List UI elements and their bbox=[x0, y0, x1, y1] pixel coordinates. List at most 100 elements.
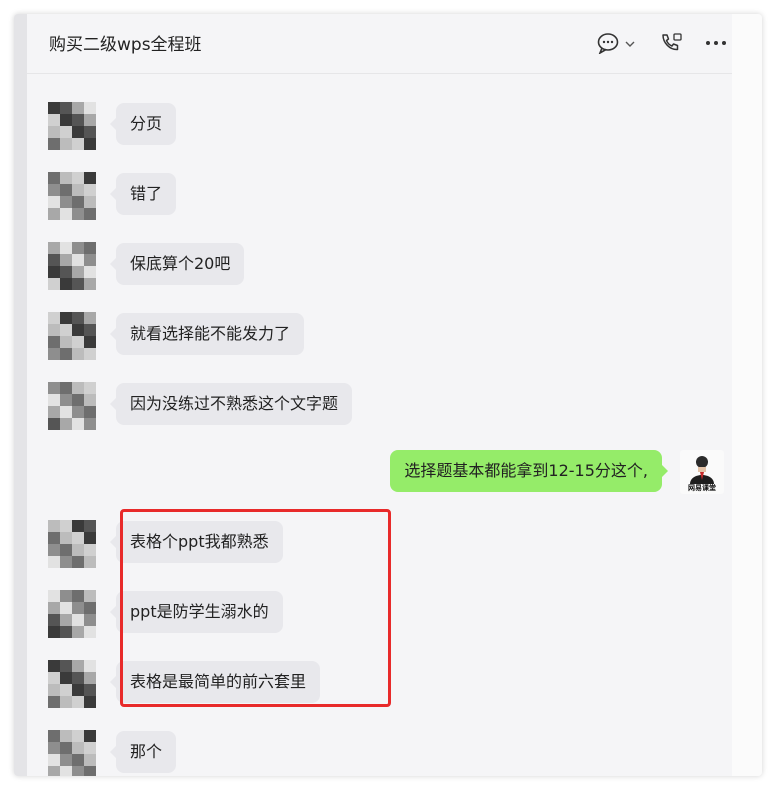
avatar-pixel bbox=[84, 684, 96, 696]
avatar-pixel bbox=[72, 208, 84, 220]
sender-avatar[interactable] bbox=[48, 102, 96, 150]
avatar-pixel bbox=[48, 684, 60, 696]
avatar-pixel bbox=[60, 556, 72, 568]
avatar-pixel bbox=[84, 254, 96, 266]
message-bubble[interactable]: 就看选择能不能发力了 bbox=[109, 313, 305, 355]
avatar-pixel bbox=[48, 126, 60, 138]
avatar-pixel bbox=[48, 102, 60, 114]
avatar-pixel bbox=[84, 730, 96, 742]
avatar-pixel bbox=[60, 312, 72, 324]
avatar-pixel bbox=[60, 348, 72, 360]
avatar-pixel bbox=[48, 696, 60, 708]
avatar-pixel bbox=[60, 520, 72, 532]
avatar-pixel bbox=[72, 742, 84, 754]
avatar-pixel bbox=[48, 382, 60, 394]
avatar-pixel bbox=[48, 544, 60, 556]
avatar-pixel bbox=[72, 754, 84, 766]
avatar-pixel bbox=[48, 672, 60, 684]
avatar-pixel bbox=[84, 672, 96, 684]
avatar-pixel bbox=[60, 406, 72, 418]
avatar-pixel bbox=[72, 382, 84, 394]
avatar-pixel bbox=[84, 184, 96, 196]
call-icon[interactable] bbox=[659, 32, 683, 54]
message-bubble[interactable]: 表格个ppt我都熟悉 bbox=[110, 521, 283, 563]
avatar-pixel bbox=[72, 312, 84, 324]
avatar-pixel bbox=[72, 254, 84, 266]
message-bubble[interactable]: 分页 bbox=[109, 103, 177, 145]
avatar-pixel bbox=[60, 184, 72, 196]
avatar-pixel bbox=[48, 590, 60, 602]
sender-avatar[interactable] bbox=[48, 312, 96, 360]
avatar-pixel bbox=[72, 660, 84, 672]
avatar-pixel bbox=[60, 138, 72, 150]
avatar-pixel bbox=[84, 626, 96, 638]
message-bubble[interactable]: 表格是最简单的前六套里 bbox=[109, 661, 321, 703]
avatar-pixel bbox=[60, 242, 72, 254]
avatar-pixel bbox=[48, 242, 60, 254]
avatar-pixel bbox=[48, 184, 60, 196]
avatar-pixel bbox=[72, 102, 84, 114]
avatar-pixel bbox=[48, 742, 60, 754]
avatar-pixel bbox=[48, 556, 60, 568]
avatar-pixel bbox=[60, 418, 72, 430]
avatar-pixel bbox=[72, 532, 84, 544]
avatar-pixel bbox=[60, 742, 72, 754]
message-bubble[interactable]: ppt是防学生溺水的 bbox=[110, 591, 283, 633]
avatar-pixel bbox=[48, 730, 60, 742]
avatar-pixel bbox=[48, 394, 60, 406]
avatar-pixel bbox=[84, 138, 96, 150]
sender-avatar[interactable] bbox=[48, 730, 96, 776]
my-avatar-caption: 网易课堂 bbox=[688, 484, 716, 492]
avatar-pixel bbox=[72, 544, 84, 556]
avatar-pixel bbox=[72, 590, 84, 602]
chat-title: 购买二级wps全程班 bbox=[49, 35, 202, 55]
avatar-pixel bbox=[48, 138, 60, 150]
avatar-pixel bbox=[72, 266, 84, 278]
my-avatar[interactable]: 网易课堂 bbox=[680, 450, 724, 494]
avatar-pixel bbox=[60, 126, 72, 138]
avatar-pixel bbox=[60, 102, 72, 114]
message-bubble[interactable]: 保底算个20吧 bbox=[109, 243, 245, 285]
sender-avatar[interactable] bbox=[48, 520, 96, 568]
chat-icon[interactable] bbox=[597, 32, 621, 54]
avatar-pixel bbox=[60, 254, 72, 266]
sender-avatar[interactable] bbox=[48, 382, 96, 430]
avatar-pixel bbox=[72, 684, 84, 696]
sender-avatar[interactable] bbox=[48, 172, 96, 220]
my-message-bubble[interactable]: 选择题基本都能拿到12-15分这个, bbox=[390, 450, 668, 492]
avatar-pixel bbox=[72, 418, 84, 430]
avatar-pixel bbox=[48, 266, 60, 278]
avatar-pixel bbox=[60, 754, 72, 766]
avatar-pixel bbox=[84, 590, 96, 602]
more-icon[interactable] bbox=[705, 40, 727, 46]
avatar-pixel bbox=[84, 556, 96, 568]
avatar-pixel bbox=[72, 138, 84, 150]
avatar-pixel bbox=[84, 602, 96, 614]
sender-avatar[interactable] bbox=[48, 242, 96, 290]
avatar-pixel bbox=[84, 196, 96, 208]
avatar-pixel bbox=[60, 382, 72, 394]
sender-avatar[interactable] bbox=[48, 590, 96, 638]
avatar-pixel bbox=[60, 172, 72, 184]
avatar-pixel bbox=[60, 324, 72, 336]
avatar-pixel bbox=[84, 532, 96, 544]
avatar-pixel bbox=[72, 394, 84, 406]
avatar-pixel bbox=[60, 590, 72, 602]
avatar-pixel bbox=[72, 556, 84, 568]
avatar-pixel bbox=[60, 660, 72, 672]
chevron-down-icon[interactable] bbox=[625, 40, 635, 48]
avatar-pixel bbox=[84, 418, 96, 430]
sender-avatar[interactable] bbox=[48, 660, 96, 708]
avatar-pixel bbox=[60, 336, 72, 348]
message-bubble[interactable]: 因为没练过不熟悉这个文字题 bbox=[109, 383, 353, 425]
avatar-pixel bbox=[72, 126, 84, 138]
avatar-pixel bbox=[72, 730, 84, 742]
avatar-pixel bbox=[48, 336, 60, 348]
avatar-pixel bbox=[84, 266, 96, 278]
avatar-pixel bbox=[48, 602, 60, 614]
message-bubble[interactable]: 那个 bbox=[109, 731, 177, 773]
avatar-pixel bbox=[60, 626, 72, 638]
avatar-pixel bbox=[48, 614, 60, 626]
message-bubble[interactable]: 错了 bbox=[109, 173, 177, 215]
avatar-pixel bbox=[84, 172, 96, 184]
